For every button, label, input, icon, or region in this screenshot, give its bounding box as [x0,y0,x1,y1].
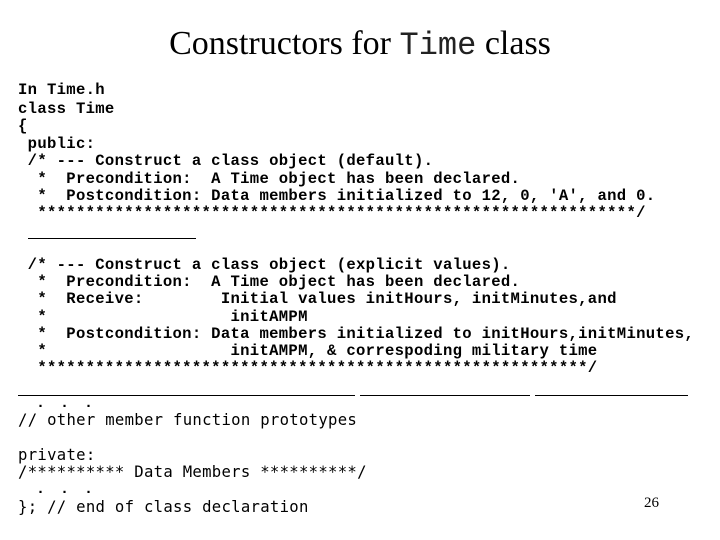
file-label: In Time.h [18,81,105,99]
code-comment-line: * Postcondition: Data members initialize… [18,187,656,205]
divider-line [360,395,530,396]
end-of-class-line: }; // end of class declaration [18,498,309,516]
other-prototypes-comment: // other member function prototypes [18,411,358,429]
private-label: private: [18,446,96,464]
code-comment-line: /* --- Construct a class object (default… [18,152,434,170]
code-comment-line: * Precondition: A Time object has been d… [18,170,521,188]
ellipsis: . . . [36,395,97,412]
code-line: { [18,117,28,135]
title-code: Time [399,27,477,64]
page-number: 26 [644,495,659,511]
code-comment-line: * Postcondition: Data members initialize… [18,325,695,343]
title-suffix: class [476,25,551,62]
code-comment-line: * initAMPM [18,308,308,326]
code-comment-line: * Precondition: A Time object has been d… [18,273,521,291]
divider-line [535,395,688,396]
code-comment-line: * Receive: Initial values initHours, ini… [18,290,617,308]
code-comment-line: /* --- Construct a class object (explici… [18,256,511,274]
ellipsis: . . . [36,481,97,498]
divider-line [28,238,196,239]
data-members-comment: /********** Data Members **********/ [18,463,367,481]
code-line: class Time [18,100,115,118]
code-line: public: [18,135,96,153]
code-comment-line: ****************************************… [18,359,598,377]
title-prefix: Constructors for [169,25,400,62]
slide-title: Constructors for Time class [0,22,720,68]
code-comment-line: * initAMPM, & correspoding military time [18,342,598,360]
code-comment-line: ****************************************… [18,204,646,222]
